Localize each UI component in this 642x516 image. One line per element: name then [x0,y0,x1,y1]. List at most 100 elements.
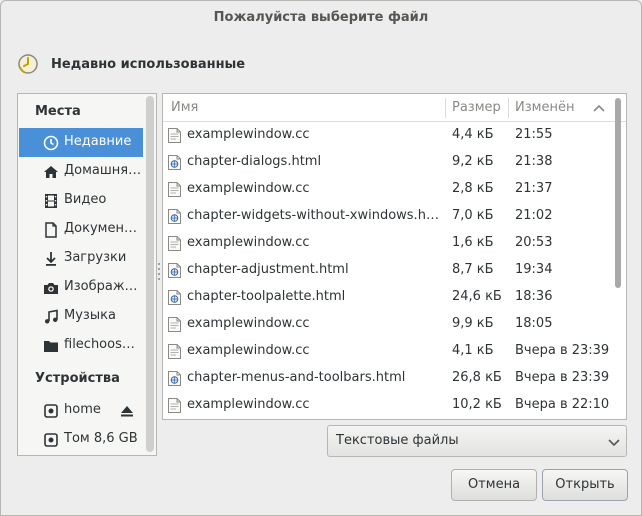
clock-icon [43,135,59,151]
table-row[interactable]: examplewindow.cc 1,6 кБ 20:53 [163,230,608,257]
table-row[interactable]: chapter-adjustment.html 8,7 кБ 19:34 [163,257,608,284]
music-icon [45,309,58,324]
file-modified: Вчера в 22:10 [515,397,610,412]
drive-icon [44,433,58,447]
sidebar-item-label: Недавние [64,134,132,149]
drive-icon [44,404,58,418]
eject-icon[interactable] [119,403,135,419]
text-file-icon [168,236,181,251]
file-size: 9,2 кБ [452,154,494,169]
text-file-icon [168,317,181,332]
table-row[interactable]: chapter-widgets-without-xwindows.html 7,0… [163,203,608,230]
file-name: chapter-adjustment.html [187,262,349,277]
camera-icon [44,283,58,294]
column-header-name[interactable]: Имя [171,94,198,122]
pane-resize-handle[interactable] [158,263,161,285]
sidebar-item-label: Домашня… [64,163,142,178]
file-modified: 21:02 [515,208,553,223]
file-size: 2,8 кБ [452,181,494,196]
sidebar-scrollbar[interactable] [146,96,154,452]
table-row[interactable]: chapter-menus-and-toolbars.html 26,8 кБ Вч… [163,365,609,392]
open-button[interactable]: Открыть [542,469,628,501]
chevron-up-icon [593,104,605,112]
sidebar-item-label: Том 8,6 GB [64,431,138,446]
table-row[interactable]: examplewindow.cc 4,1 кБ Вчера в 23:39 [163,338,610,365]
text-file-icon [168,398,181,413]
html-file-icon [168,263,181,278]
column-header-size[interactable]: Размер [452,94,501,122]
clock-icon [18,54,38,74]
sidebar-item-videos[interactable]: Видео [19,186,143,215]
folder-icon [44,341,58,352]
file-size: 7,0 кБ [452,208,494,223]
file-size: 4,1 кБ [452,343,494,358]
sidebar-item-home[interactable]: Домашня… [19,157,143,186]
file-size: 8,7 кБ [452,262,494,277]
file-name: examplewindow.cc [187,316,310,331]
column-separator [445,98,446,118]
sidebar-item-label: home [64,402,101,417]
table-row[interactable]: examplewindow.cc 9,9 кБ 18:05 [163,311,608,338]
devices-heading: Устройства [35,371,120,386]
file-name: examplewindow.cc [187,127,310,142]
file-size: 9,9 кБ [452,316,494,331]
dialog-title: Пожалуйста выберите файл [213,10,429,25]
file-modified: 18:36 [515,289,553,304]
file-modified: 21:55 [515,127,553,142]
column-separator [508,98,509,118]
file-list-header: Имя Размер Изменён [163,94,626,122]
file-name: examplewindow.cc [187,397,310,412]
table-row[interactable]: examplewindow.cc 2,8 кБ 21:37 [163,176,608,203]
html-file-icon [168,371,181,386]
file-name: chapter-menus-and-toolbars.html [187,370,406,385]
places-sidebar: Места Недавние Домашня… Видео Докумен… З… [17,93,157,456]
column-header-modified[interactable]: Изменён [515,94,574,122]
sidebar-item-music[interactable]: Музыка [19,302,143,331]
file-name: examplewindow.cc [187,235,310,250]
html-file-icon [168,155,181,170]
sidebar-item-pictures[interactable]: Изображ… [19,273,143,302]
table-row[interactable]: chapter-dialogs.html 9,2 кБ 21:38 [163,149,608,176]
table-row[interactable]: chapter-toolpalette.html 24,6 кБ 18:36 [163,284,608,311]
file-size: 1,6 кБ [452,235,494,250]
sidebar-item-label: Видео [64,192,107,207]
table-row[interactable]: examplewindow.cc 10,2 кБ Вчера в 22:10 [163,392,610,419]
file-name: examplewindow.cc [187,343,310,358]
cancel-button[interactable]: Отмена [451,469,537,501]
table-row[interactable]: examplewindow.cc 4,4 кБ 21:55 [163,122,608,149]
sidebar-item-device-volume[interactable]: Том 8,6 GB [19,425,143,454]
file-type-filter[interactable]: Текстовые файлы [327,425,627,457]
file-modified: 20:53 [515,235,553,250]
file-size: 4,4 кБ [452,127,494,142]
file-name: chapter-dialogs.html [187,154,322,169]
sidebar-item-filechooser-folder[interactable]: filechoos… [19,331,143,360]
document-icon [45,222,57,238]
film-icon [45,194,57,208]
sidebar-item-label: Изображ… [64,279,138,294]
file-name: chapter-toolpalette.html [187,289,346,304]
file-size: 26,8 кБ [452,370,502,385]
sidebar-item-label: filechoos… [64,337,135,352]
sidebar-item-label: Музыка [64,308,116,323]
home-icon [44,166,58,178]
file-modified: Вчера в 23:39 [515,343,610,358]
file-modified: 18:05 [515,316,553,331]
chevron-down-icon [608,439,620,447]
file-modified: 21:38 [515,154,553,169]
sidebar-item-recent[interactable]: Недавние [19,128,143,157]
sidebar-item-label: Загрузки [64,250,127,265]
file-list: Имя Размер Изменён examplewindow.cc 4,4 к… [162,93,627,420]
file-name: chapter-widgets-without-xwindows.html [187,208,441,223]
file-size: 24,6 кБ [452,289,502,304]
file-size: 10,2 кБ [452,397,502,412]
file-chooser-dialog: Пожалуйста выберите файл Недавно использ… [0,0,642,516]
sidebar-item-downloads[interactable]: Загрузки [19,244,143,273]
sidebar-item-documents[interactable]: Докумен… [19,215,143,244]
file-list-scrollbar[interactable] [615,98,621,288]
sidebar-item-device-home[interactable]: home [19,396,143,425]
download-icon [46,252,56,266]
html-file-icon [168,290,181,305]
places-heading: Места [35,104,81,119]
location-bar: Недавно использованные [17,51,245,77]
file-name: examplewindow.cc [187,181,310,196]
